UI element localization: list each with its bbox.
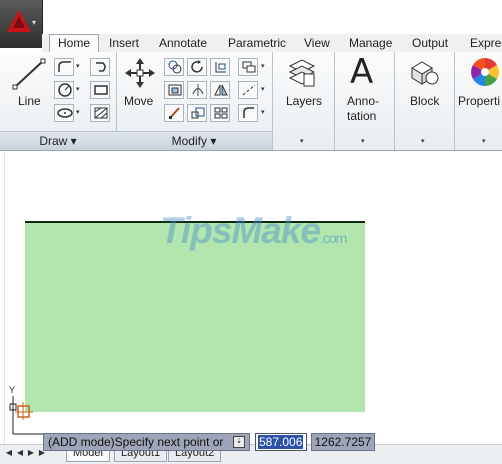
tab-insert[interactable]: Insert — [109, 35, 139, 51]
offset-button[interactable] — [238, 58, 258, 76]
mirror-button[interactable] — [187, 81, 207, 99]
mirror-icon — [192, 84, 204, 96]
layers-icon — [288, 59, 316, 87]
tab-annotate[interactable]: Annotate — [159, 35, 207, 51]
mirror-line-icon — [214, 84, 228, 96]
explode-button[interactable] — [238, 81, 258, 99]
tab-manage[interactable]: Manage — [349, 35, 392, 51]
dynamic-input-prompt: (ADD mode)Specify next point or ⇣ — [43, 433, 250, 451]
properties-expand-icon[interactable]: ▾ — [482, 137, 486, 145]
layers-expand-icon[interactable]: ▾ — [300, 137, 304, 145]
ellipse-icon — [57, 108, 73, 118]
modify-panel: Move ▾ ▾ ▾ Modify ▾ — [116, 52, 273, 150]
tab-output[interactable]: Output — [412, 35, 448, 51]
color-wheel-icon — [471, 58, 499, 86]
annotation-expand-icon[interactable]: ▾ — [361, 137, 365, 145]
move-tool-icon[interactable] — [124, 57, 156, 89]
offset-dropdown-icon[interactable]: ▾ — [261, 62, 265, 70]
autocad-logo-icon — [7, 10, 31, 32]
properties-panel[interactable]: Properti ▾ — [454, 52, 502, 150]
rectangle-button[interactable] — [90, 81, 110, 99]
modify-panel-title[interactable]: Modify ▾ — [116, 131, 272, 150]
scale-button[interactable] — [187, 104, 207, 122]
title-bar — [0, 0, 502, 34]
tab-parametric[interactable]: Parametric — [228, 35, 286, 51]
ellipse-dropdown-icon[interactable]: ▾ — [76, 108, 80, 116]
polyline-dropdown-icon[interactable]: ▾ — [76, 62, 80, 70]
trim-button[interactable] — [210, 58, 230, 76]
watermark-suffix: .com — [319, 230, 347, 246]
line-tool-icon[interactable] — [12, 58, 46, 90]
polyline-icon — [58, 61, 71, 72]
tab-view[interactable]: View — [304, 35, 330, 51]
tab-express[interactable]: Expres — [470, 35, 502, 51]
rectangle-icon — [94, 85, 108, 95]
hatch-icon — [94, 107, 108, 119]
line-label: Line — [18, 94, 41, 108]
trim-icon — [215, 62, 226, 73]
move-label: Move — [124, 94, 154, 108]
block-expand-icon[interactable]: ▾ — [421, 137, 425, 145]
ribbon-tabs: Home Insert Annotate Parametric View Man… — [42, 34, 502, 53]
nav-first-button[interactable]: ◀ — [4, 447, 14, 459]
annotation-label-line2: tation — [347, 109, 377, 123]
coordinate-field[interactable]: 1262.7257 — [311, 433, 375, 451]
block-icon — [411, 61, 439, 85]
copy-button[interactable] — [164, 58, 184, 76]
explode-dropdown-icon[interactable]: ▾ — [261, 85, 265, 93]
nav-next-button[interactable]: ▶ — [26, 447, 36, 459]
tab-home[interactable]: Home — [49, 34, 100, 53]
draw-panel: Line ▾ ▾ ▾ Draw ▾ — [0, 52, 117, 150]
circle-button[interactable] — [54, 81, 74, 99]
prompt-text: (ADD mode)Specify next point or — [48, 435, 224, 449]
options-down-arrow-icon[interactable]: ⇣ — [233, 436, 245, 448]
annotation-label-line1: Anno- — [347, 94, 380, 108]
properties-label: Properti — [458, 94, 501, 108]
application-menu-button[interactable]: ▾ — [0, 0, 43, 48]
ucs-y-label: Y — [9, 385, 16, 395]
rotate-button[interactable] — [187, 58, 207, 76]
offset-icon — [242, 61, 256, 73]
array-button[interactable] — [210, 104, 230, 122]
chamfer-icon — [243, 107, 254, 118]
chamfer-dropdown-icon[interactable]: ▾ — [261, 108, 265, 116]
fillet-button[interactable] — [164, 81, 184, 99]
explode-icon — [242, 84, 256, 96]
nav-prev-button[interactable]: ◀ — [15, 447, 25, 459]
dynamic-input-field[interactable]: 587.006 — [255, 433, 307, 451]
circle-icon — [58, 83, 72, 97]
fillet-icon — [168, 84, 182, 96]
stretch-button[interactable] — [164, 104, 184, 122]
layers-panel[interactable]: Layers ▾ — [272, 52, 335, 150]
annotation-text-icon: A — [350, 52, 374, 92]
ribbon: Line ▾ ▾ ▾ Draw ▾ Move ▾ ▾ ▾ Modify ▾ La… — [0, 52, 502, 151]
dynamic-input-value: 587.006 — [258, 435, 304, 449]
scale-icon — [191, 107, 205, 119]
array-icon — [214, 107, 228, 119]
stretch-icon — [169, 107, 180, 119]
chamfer-button[interactable] — [238, 104, 258, 122]
arc-icon — [96, 62, 106, 72]
block-panel[interactable]: Block ▾ — [394, 52, 455, 150]
polyline-button[interactable] — [54, 58, 74, 76]
annotation-panel[interactable]: A Anno- tation ▾ — [334, 52, 395, 150]
hatch-button[interactable] — [90, 104, 110, 122]
ellipse-button[interactable] — [54, 104, 74, 122]
chevron-down-icon: ▾ — [32, 18, 37, 27]
mirror-line-button[interactable] — [210, 81, 230, 99]
arc-button[interactable] — [90, 58, 110, 76]
watermark-main: TipsMake — [160, 210, 321, 251]
draw-panel-title[interactable]: Draw ▾ — [0, 131, 116, 150]
circle-dropdown-icon[interactable]: ▾ — [76, 85, 80, 93]
rotate-icon — [191, 60, 203, 73]
watermark: TipsMake.com — [160, 210, 347, 252]
block-label: Block — [410, 94, 440, 108]
copy-icon — [168, 60, 182, 74]
layers-label: Layers — [286, 94, 323, 108]
